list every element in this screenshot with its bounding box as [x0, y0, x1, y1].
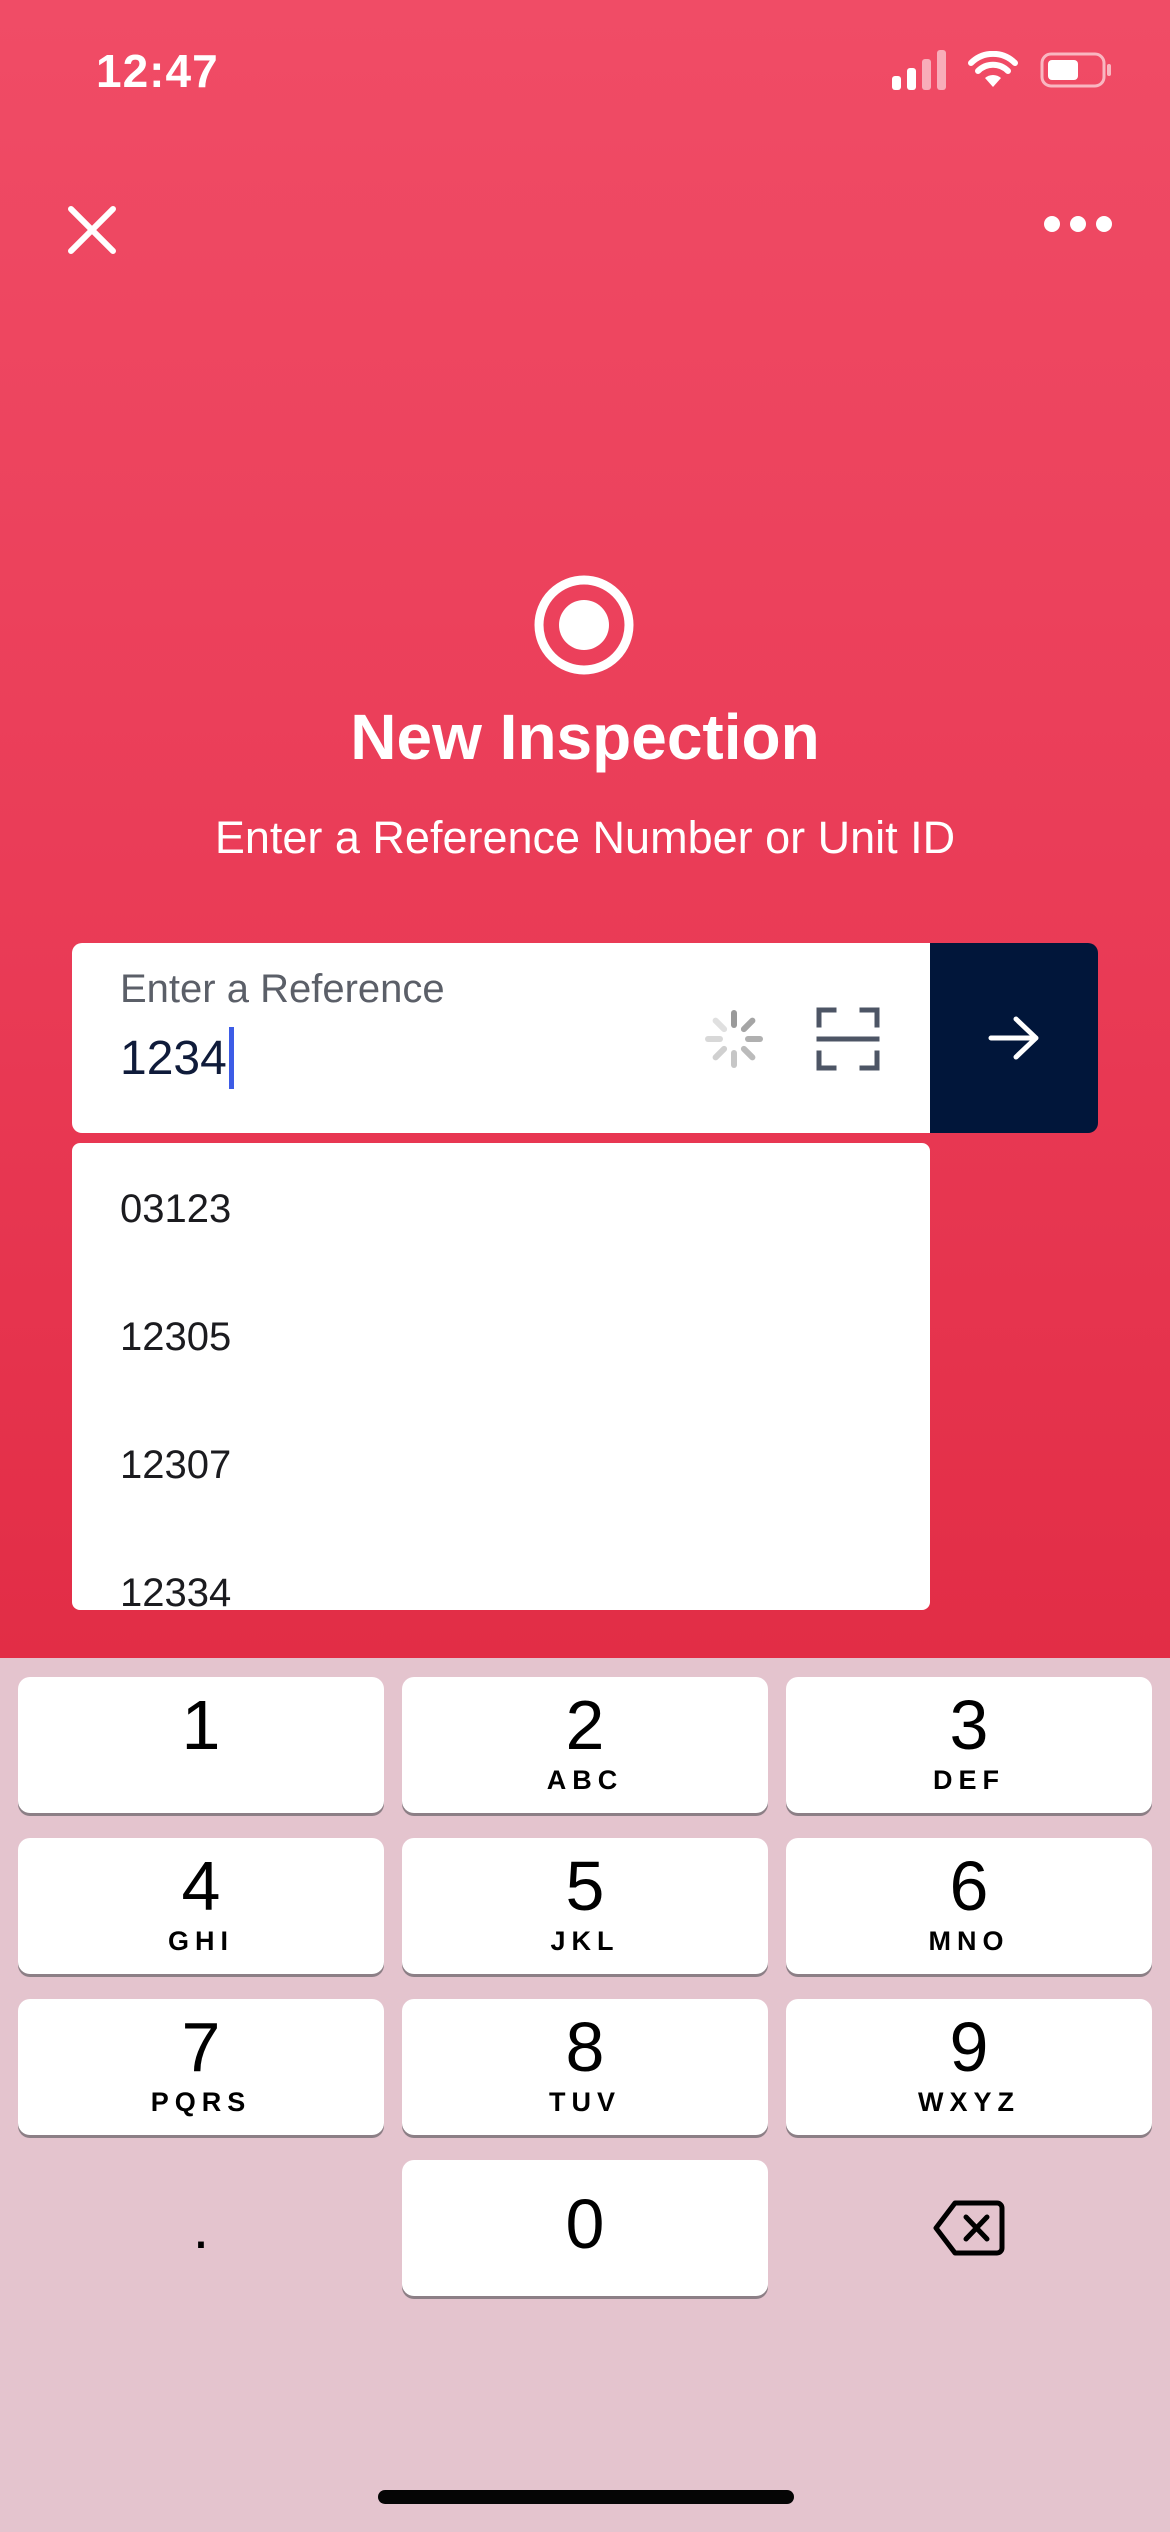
key-digit: 2 [565, 1686, 605, 1764]
key-8[interactable]: 8 TUV [402, 1999, 768, 2135]
reference-input-field[interactable]: Enter a Reference 1234 [72, 943, 930, 1133]
key-4[interactable]: 4 GHI [18, 1838, 384, 1974]
loading-spinner-icon [705, 1010, 763, 1068]
key-letters: TUV [549, 2087, 621, 2117]
key-digit: 1 [181, 1686, 221, 1764]
suggestion-item[interactable]: 12334 [120, 1571, 231, 1610]
key-decimal[interactable]: . [18, 2160, 384, 2296]
key-digit: 9 [949, 2008, 989, 2086]
scan-icon[interactable] [816, 1007, 880, 1071]
key-2[interactable]: 2 ABC [402, 1677, 768, 1813]
suggestion-item[interactable]: 12307 [120, 1443, 231, 1488]
key-digit: 3 [949, 1686, 989, 1764]
home-indicator[interactable] [378, 2490, 794, 2504]
key-letters: GHI [167, 1926, 234, 1956]
new-inspection-screen: 12:47 New Inspection Enter a Reference N… [0, 0, 1170, 2532]
key-3[interactable]: 3 DEF [786, 1677, 1152, 1813]
key-delete[interactable] [786, 2160, 1152, 2296]
record-circle-icon [534, 575, 634, 675]
page-title: New Inspection [350, 701, 820, 773]
more-horizontal-icon [1044, 216, 1112, 232]
suggestion-item[interactable]: 03123 [120, 1187, 231, 1232]
submit-button[interactable] [930, 943, 1098, 1133]
key-letters: JKL [550, 1926, 620, 1956]
key-digit: 6 [949, 1847, 989, 1925]
wifi-icon [968, 51, 1018, 87]
key-6[interactable]: 6 MNO [786, 1838, 1152, 1974]
key-0[interactable]: 0 [402, 2160, 768, 2296]
page-subtitle: Enter a Reference Number or Unit ID [214, 812, 956, 863]
key-5[interactable]: 5 JKL [402, 1838, 768, 1974]
arrow-right-icon [988, 1016, 1039, 1060]
key-letters: WXYZ [918, 2087, 1020, 2117]
cellular-signal-icon [892, 50, 946, 90]
reference-input-value[interactable]: 1234 [120, 1031, 227, 1086]
key-letters: ABC [546, 1765, 624, 1795]
key-digit: 0 [565, 2185, 605, 2263]
close-icon [68, 206, 116, 254]
status-time: 12:47 [96, 45, 219, 97]
key-7[interactable]: 7 PQRS [18, 1999, 384, 2135]
key-letters: MNO [928, 1926, 1010, 1956]
key-9[interactable]: 9 WXYZ [786, 1999, 1152, 2135]
suggestion-item[interactable]: 12305 [120, 1315, 231, 1360]
more-button[interactable] [1036, 194, 1120, 254]
reference-input-label: Enter a Reference [120, 967, 445, 1011]
reference-input-value-row[interactable]: 1234 [120, 1027, 234, 1089]
battery-icon [1040, 52, 1111, 88]
close-button[interactable] [56, 194, 128, 266]
key-digit: 8 [565, 2008, 605, 2086]
key-digit: 5 [565, 1847, 605, 1925]
suggestions-list: 03123 12305 12307 12334 [72, 1143, 930, 1610]
key-decimal-label: . [192, 2194, 210, 2261]
key-1[interactable]: 1 [18, 1677, 384, 1813]
key-letters: DEF [933, 1765, 1005, 1795]
status-icons [892, 50, 1114, 90]
key-letters: PQRS [150, 2087, 252, 2117]
key-digit: 4 [181, 1847, 221, 1925]
key-digit: 7 [181, 2008, 221, 2086]
text-caret [228, 1027, 234, 1089]
backspace-icon [933, 2200, 1005, 2256]
